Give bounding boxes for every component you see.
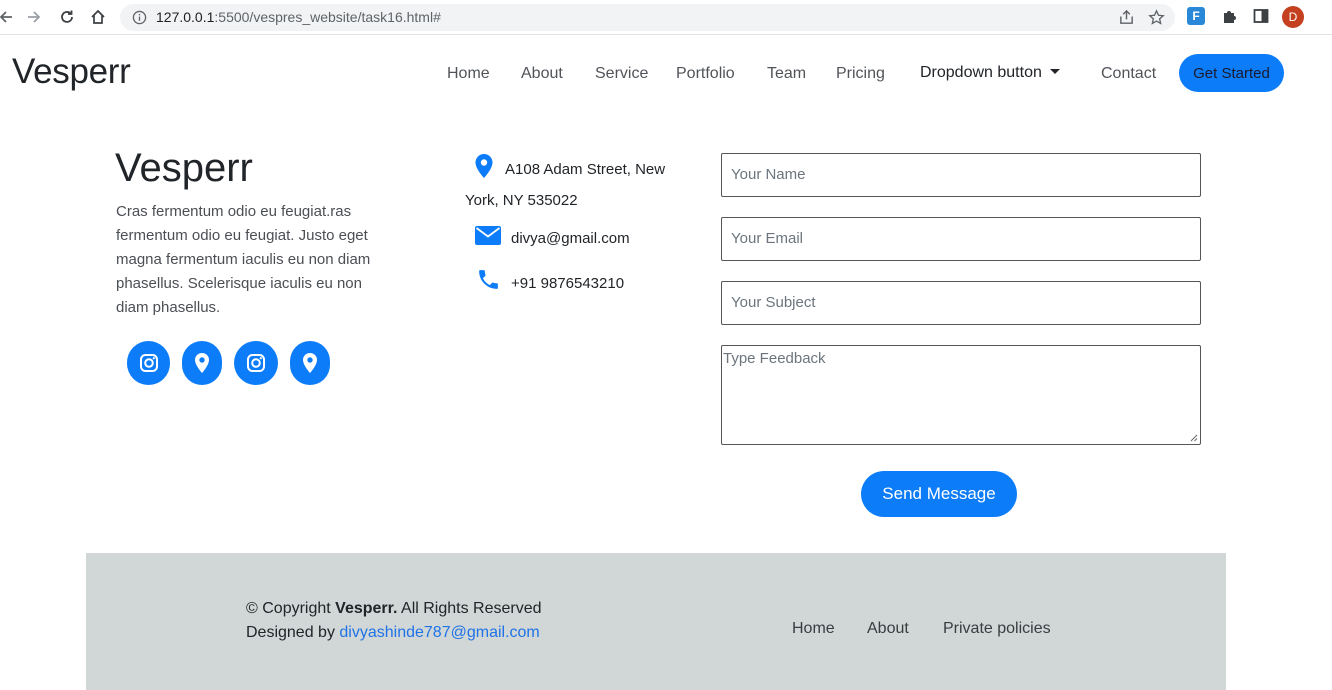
extension-icon[interactable]: F	[1187, 7, 1205, 25]
about-line: magna fermentum iaculis eu non diam	[116, 251, 371, 268]
site-info-icon[interactable]	[132, 10, 147, 25]
subject-field[interactable]: Your Subject	[721, 281, 1201, 325]
address-line-1: A108 Adam Street, New	[505, 161, 666, 178]
subject-placeholder: Your Subject	[731, 294, 816, 311]
envelope-icon	[475, 226, 501, 245]
footer-link-home[interactable]: Home	[792, 620, 835, 638]
home-icon[interactable]	[88, 7, 108, 27]
nav-about[interactable]: About	[521, 65, 563, 83]
name-field[interactable]: Your Name	[721, 153, 1201, 197]
side-panel-icon[interactable]	[1252, 7, 1270, 25]
social-location-button[interactable]	[290, 341, 330, 385]
feedback-textarea[interactable]: Type Feedback	[721, 345, 1201, 445]
profile-initial: D	[1288, 10, 1298, 24]
phone-icon	[479, 270, 498, 289]
about-line: fermentum odio eu feugiat. Justo eget	[116, 227, 368, 244]
bookmark-star-icon[interactable]	[1148, 9, 1165, 26]
reload-icon[interactable]	[57, 7, 77, 27]
copyright-block: © Copyright Vesperr. All Rights Reserved…	[246, 597, 542, 645]
about-line: Cras fermentum odio eu feugiat.ras	[116, 203, 352, 220]
name-placeholder: Your Name	[731, 166, 806, 183]
about-title: Vesperr	[115, 146, 253, 190]
footer-link-about[interactable]: About	[867, 620, 909, 638]
copyright-brand: Vesperr.	[335, 600, 398, 617]
map-marker-icon	[303, 353, 317, 373]
designer-email-link[interactable]: divyashinde787@gmail.com	[339, 624, 539, 641]
nav-contact[interactable]: Contact	[1101, 65, 1156, 83]
brand-logo[interactable]: Vesperr	[12, 52, 131, 92]
caret-down-icon	[1049, 69, 1060, 74]
send-message-button[interactable]: Send Message	[861, 471, 1017, 517]
location-pin-icon	[475, 154, 493, 178]
social-instagram-button[interactable]	[127, 341, 170, 385]
about-line: phasellus. Scelerisque iaculis eu non	[116, 275, 362, 292]
nav-portfolio[interactable]: Portfolio	[676, 65, 735, 83]
get-started-button[interactable]: Get Started	[1179, 54, 1284, 92]
nav-pricing[interactable]: Pricing	[836, 65, 885, 83]
email-field[interactable]: Your Email	[721, 217, 1201, 261]
designer-line: Designed by divyashinde787@gmail.com	[246, 621, 542, 645]
url-host: 127.0.0.1	[156, 9, 215, 25]
forward-arrow-icon[interactable]	[24, 7, 44, 27]
about-line: diam phasellus.	[116, 299, 221, 316]
footer-link-private-policies[interactable]: Private policies	[943, 620, 1051, 638]
contact-email: divya@gmail.com	[511, 230, 630, 247]
url-path: :5500/vespres_website/task16.html#	[214, 9, 441, 25]
browser-toolbar: 127.0.0.1:5500/vespres_website/task16.ht…	[0, 0, 1332, 35]
footer: © Copyright Vesperr. All Rights Reserved…	[86, 553, 1226, 690]
social-instagram-button[interactable]	[234, 341, 278, 385]
address-line-2: York, NY 535022	[465, 192, 578, 209]
instagram-icon	[247, 354, 265, 372]
nav-service[interactable]: Service	[595, 65, 648, 83]
designed-by-label: Designed by	[246, 624, 335, 641]
nav-dropdown-button[interactable]: Dropdown button	[920, 64, 1060, 82]
back-arrow-icon[interactable]	[0, 7, 16, 27]
url-text: 127.0.0.1:5500/vespres_website/task16.ht…	[156, 9, 441, 25]
nav-home[interactable]: Home	[447, 65, 490, 83]
dropdown-label: Dropdown button	[920, 64, 1042, 81]
copyright-line: © Copyright Vesperr. All Rights Reserved	[246, 597, 542, 621]
extension-label: F	[1192, 9, 1200, 23]
puzzle-extensions-icon[interactable]	[1221, 7, 1239, 25]
resize-handle-icon[interactable]	[1190, 434, 1198, 442]
feedback-placeholder: Type Feedback	[723, 350, 826, 367]
contact-phone: +91 9876543210	[511, 275, 625, 292]
map-marker-icon	[195, 353, 209, 373]
share-icon[interactable]	[1118, 9, 1135, 26]
copyright-suffix: All Rights Reserved	[401, 600, 542, 617]
instagram-icon	[139, 354, 158, 372]
nav-team[interactable]: Team	[767, 65, 806, 83]
email-placeholder: Your Email	[731, 230, 803, 247]
address-bar[interactable]: 127.0.0.1:5500/vespres_website/task16.ht…	[120, 4, 1175, 31]
about-description: Cras fermentum odio eu feugiat.ras ferme…	[116, 200, 406, 320]
copyright-prefix: © Copyright	[246, 600, 331, 617]
profile-avatar[interactable]: D	[1282, 6, 1304, 28]
social-location-button[interactable]	[182, 341, 222, 385]
